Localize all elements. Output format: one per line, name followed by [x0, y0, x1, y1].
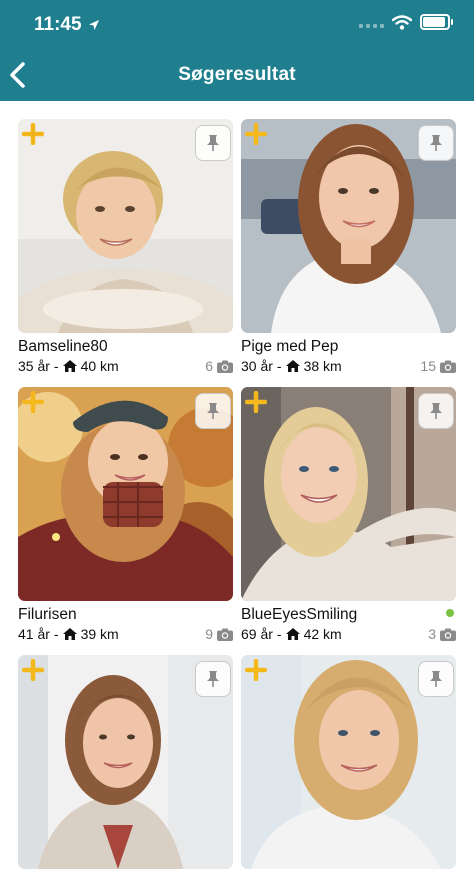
status-bar-right: [359, 14, 453, 30]
profile-meta: 41 år - 39 km: [18, 626, 119, 642]
signal-icon: [359, 16, 384, 28]
pushpin-icon: [207, 403, 219, 419]
pin-button[interactable]: [418, 125, 454, 161]
meta-separator: -: [53, 626, 59, 642]
app-header: 11:45 Søgeresultat: [0, 0, 474, 101]
profile-name: Bamseline80: [18, 338, 108, 355]
home-icon: [62, 360, 77, 372]
clock-text: 11:45: [34, 14, 82, 35]
meta-separator: -: [53, 358, 59, 374]
add-plus-icon[interactable]: [22, 391, 44, 413]
add-plus-icon[interactable]: [245, 391, 267, 413]
battery-icon: [420, 14, 453, 30]
pushpin-icon: [207, 135, 219, 151]
profile-name: Filurisen: [18, 606, 77, 623]
photo-count: 9: [205, 626, 233, 642]
profile-distance: 39 km: [80, 626, 119, 642]
camera-icon: [217, 360, 233, 373]
meta-separator: -: [276, 358, 282, 374]
profile-age: 69 år: [241, 626, 273, 642]
photo-count: 15: [420, 358, 456, 374]
photo-count-value: 6: [205, 358, 213, 374]
add-plus-icon[interactable]: [245, 659, 267, 681]
photo-count-value: 9: [205, 626, 213, 642]
profile-age: 35 år: [18, 358, 50, 374]
pin-button[interactable]: [418, 393, 454, 429]
profile-meta: 30 år - 38 km: [241, 358, 342, 374]
photo-count-value: 3: [428, 626, 436, 642]
profile-distance: 40 km: [80, 358, 119, 374]
profile-name: BlueEyesSmiling: [241, 606, 358, 623]
camera-icon: [440, 628, 456, 641]
photo-count: 3: [428, 626, 456, 642]
location-arrow-icon: [88, 20, 99, 30]
add-plus-icon[interactable]: [245, 123, 267, 145]
profile-distance: 38 km: [303, 358, 342, 374]
profile-meta: 69 år - 42 km: [241, 626, 342, 642]
pushpin-icon: [207, 671, 219, 687]
photo-count: 6: [205, 358, 233, 374]
status-bar-time: 11:45: [34, 14, 100, 36]
pin-button[interactable]: [195, 661, 231, 697]
meta-separator: -: [276, 626, 282, 642]
pushpin-icon: [430, 135, 442, 151]
online-indicator: [446, 609, 454, 617]
camera-icon: [217, 628, 233, 641]
add-plus-icon[interactable]: [22, 123, 44, 145]
pushpin-icon: [430, 671, 442, 687]
home-icon: [62, 628, 77, 640]
profile-meta: 35 år - 40 km: [18, 358, 119, 374]
pushpin-icon: [430, 403, 442, 419]
pin-button[interactable]: [418, 661, 454, 697]
profile-age: 30 år: [241, 358, 273, 374]
home-icon: [285, 360, 300, 372]
page-title: Søgeresultat: [178, 64, 296, 85]
home-icon: [285, 628, 300, 640]
profile-distance: 42 km: [303, 626, 342, 642]
pin-button[interactable]: [195, 125, 231, 161]
add-plus-icon[interactable]: [22, 659, 44, 681]
profile-age: 41 år: [18, 626, 50, 642]
pin-button[interactable]: [195, 393, 231, 429]
profile-name: Pige med Pep: [241, 338, 339, 355]
camera-icon: [440, 360, 456, 373]
wifi-icon: [392, 14, 412, 30]
photo-count-value: 15: [420, 358, 436, 374]
